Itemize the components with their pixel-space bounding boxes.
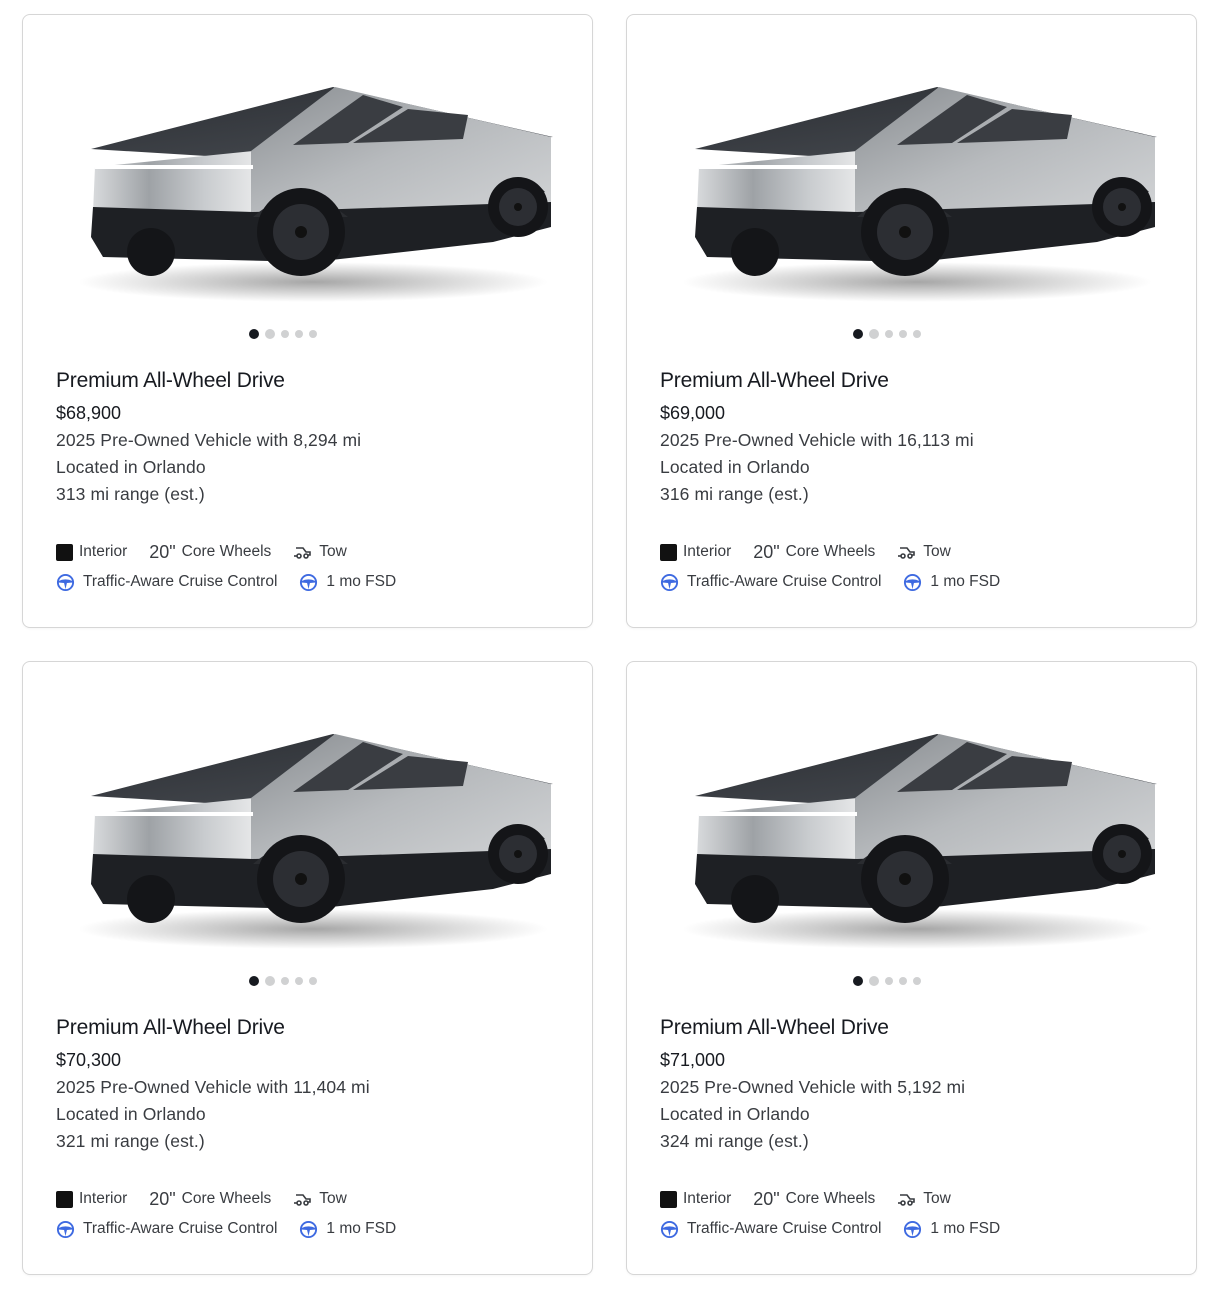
vehicle-location: Located in Orlando (56, 457, 206, 477)
vehicle-range: 313 mi range (est.) (56, 484, 205, 504)
gallery-dot[interactable] (884, 977, 893, 985)
feature-list: Interior 20" Core Wheels Tow Traffic-Awar… (660, 537, 1180, 597)
tow-icon (293, 1191, 319, 1207)
feature-cruise: Traffic-Aware Cruise Control (660, 573, 881, 592)
feature-interior: Interior (56, 543, 127, 561)
feature-cruise: Traffic-Aware Cruise Control (56, 573, 277, 592)
feature-wheels: 20" Core Wheels (753, 541, 876, 562)
gallery-dot[interactable] (868, 329, 879, 339)
vehicle-image[interactable] (667, 67, 1157, 307)
feature-cruise: Traffic-Aware Cruise Control (56, 1220, 277, 1239)
listing-title[interactable]: Premium All-Wheel Drive (660, 1016, 889, 1040)
vehicle-range: 324 mi range (est.) (660, 1131, 809, 1151)
listing-price: $69,000 (660, 403, 726, 423)
vehicle-location: Located in Orlando (660, 1104, 810, 1124)
gallery-dot[interactable] (898, 977, 907, 985)
steering-wheel-icon (56, 573, 83, 592)
steering-wheel-icon (56, 1220, 83, 1239)
vehicle-image[interactable] (667, 714, 1157, 954)
feature-wheels: 20" Core Wheels (149, 1188, 272, 1209)
tow-icon (897, 1191, 923, 1207)
wheel-size: 20" (753, 541, 780, 562)
listing-price: $71,000 (660, 1050, 726, 1070)
vehicle-location: Located in Orlando (56, 1104, 206, 1124)
listing-card[interactable]: Premium All-Wheel Drive $69,000 2025 Pre… (626, 14, 1197, 628)
vehicle-range: 316 mi range (est.) (660, 484, 809, 504)
gallery-dots (602, 329, 1171, 339)
interior-swatch-icon (56, 543, 73, 561)
listing-card[interactable]: Premium All-Wheel Drive $71,000 2025 Pre… (626, 661, 1197, 1275)
interior-swatch-icon (660, 1190, 677, 1208)
gallery-dot[interactable] (308, 977, 317, 985)
gallery-dot[interactable] (280, 977, 289, 985)
feature-tow: Tow (293, 1190, 347, 1208)
vehicle-description: 2025 Pre-Owned Vehicle with 16,113 mi (660, 430, 974, 450)
feature-fsd: 1 mo FSD (299, 1220, 396, 1239)
listing-title[interactable]: Premium All-Wheel Drive (56, 1016, 285, 1040)
listing-card[interactable]: Premium All-Wheel Drive $68,900 2025 Pre… (22, 14, 593, 628)
feature-interior: Interior (660, 1190, 731, 1208)
tow-icon (293, 544, 319, 560)
gallery-dot[interactable] (912, 330, 921, 338)
vehicle-location: Located in Orlando (660, 457, 810, 477)
feature-tow: Tow (897, 1190, 951, 1208)
gallery-dot[interactable] (264, 976, 275, 986)
feature-list: Interior 20" Core Wheels Tow Traffic-Awar… (56, 537, 576, 597)
gallery-dot[interactable] (294, 330, 303, 338)
gallery-dot[interactable] (852, 976, 863, 986)
feature-cruise: Traffic-Aware Cruise Control (660, 1220, 881, 1239)
listing-card[interactable]: Premium All-Wheel Drive $70,300 2025 Pre… (22, 661, 593, 1275)
wheel-size: 20" (753, 1188, 780, 1209)
gallery-dot[interactable] (248, 329, 259, 339)
gallery-dot[interactable] (280, 330, 289, 338)
gallery-dot[interactable] (868, 976, 879, 986)
gallery-dots (602, 976, 1171, 986)
listing-title[interactable]: Premium All-Wheel Drive (660, 369, 889, 393)
gallery-dot[interactable] (884, 330, 893, 338)
vehicle-description: 2025 Pre-Owned Vehicle with 8,294 mi (56, 430, 362, 450)
steering-wheel-icon (903, 1220, 930, 1239)
listing-price: $70,300 (56, 1050, 122, 1070)
feature-fsd: 1 mo FSD (299, 573, 396, 592)
steering-wheel-icon (903, 573, 930, 592)
wheel-size: 20" (149, 541, 176, 562)
feature-interior: Interior (56, 1190, 127, 1208)
listing-title[interactable]: Premium All-Wheel Drive (56, 369, 285, 393)
vehicle-image[interactable] (63, 714, 553, 954)
gallery-dot[interactable] (898, 330, 907, 338)
vehicle-range: 321 mi range (est.) (56, 1131, 205, 1151)
feature-tow: Tow (293, 543, 347, 561)
feature-fsd: 1 mo FSD (903, 1220, 1000, 1239)
feature-wheels: 20" Core Wheels (753, 1188, 876, 1209)
feature-list: Interior 20" Core Wheels Tow Traffic-Awar… (660, 1184, 1180, 1244)
feature-tow: Tow (897, 543, 951, 561)
feature-fsd: 1 mo FSD (903, 573, 1000, 592)
gallery-dots (0, 329, 567, 339)
listing-price: $68,900 (56, 403, 122, 423)
interior-swatch-icon (660, 543, 677, 561)
feature-list: Interior 20" Core Wheels Tow Traffic-Awar… (56, 1184, 576, 1244)
feature-wheels: 20" Core Wheels (149, 541, 272, 562)
vehicle-image[interactable] (63, 67, 553, 307)
gallery-dot[interactable] (264, 329, 275, 339)
gallery-dot[interactable] (852, 329, 863, 339)
gallery-dot[interactable] (308, 330, 317, 338)
gallery-dot[interactable] (294, 977, 303, 985)
gallery-dot[interactable] (248, 976, 259, 986)
interior-swatch-icon (56, 1190, 73, 1208)
feature-interior: Interior (660, 543, 731, 561)
steering-wheel-icon (299, 573, 326, 592)
gallery-dots (0, 976, 567, 986)
vehicle-description: 2025 Pre-Owned Vehicle with 11,404 mi (56, 1077, 370, 1097)
wheel-size: 20" (149, 1188, 176, 1209)
tow-icon (897, 544, 923, 560)
steering-wheel-icon (299, 1220, 326, 1239)
gallery-dot[interactable] (912, 977, 921, 985)
vehicle-description: 2025 Pre-Owned Vehicle with 5,192 mi (660, 1077, 966, 1097)
steering-wheel-icon (660, 1220, 687, 1239)
steering-wheel-icon (660, 573, 687, 592)
